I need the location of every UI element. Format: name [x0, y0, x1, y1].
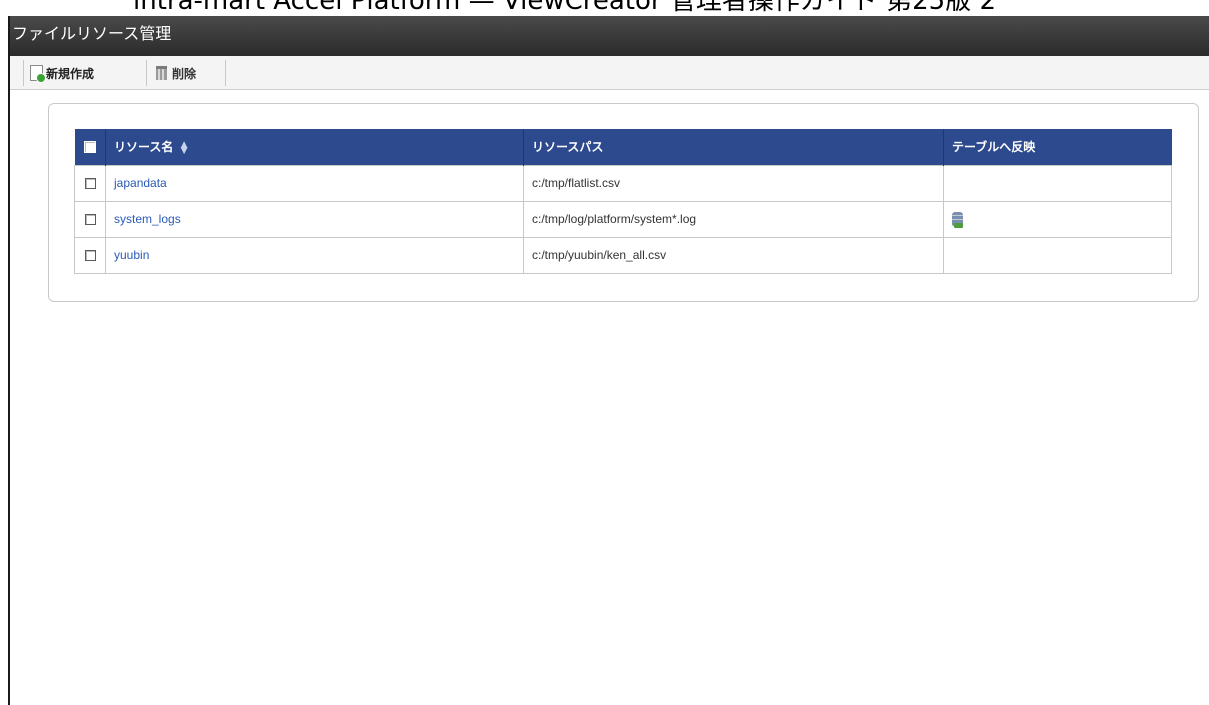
app-window: ファイルリソース管理 新規作成 削除 リソース名 ▲ ▼ リソースパス テーブル…: [8, 16, 1209, 705]
page-title: ファイルリソース管理: [10, 16, 1209, 56]
table-header-row: リソース名 ▲ ▼ リソースパス テーブルへ反映: [74, 129, 1172, 165]
resource-list-panel: リソース名 ▲ ▼ リソースパス テーブルへ反映 japandata c:/tmp…: [48, 103, 1199, 302]
table-row: japandata c:/tmp/flatlist.csv: [74, 164, 1172, 202]
resource-name-cell: system_logs: [105, 200, 524, 238]
toolbar-divider: [225, 60, 226, 86]
reflect-cell: [943, 200, 1172, 238]
resource-name-link[interactable]: japandata: [114, 176, 167, 190]
select-all-checkbox[interactable]: [83, 141, 96, 154]
toolbar-divider: [146, 60, 147, 86]
table-row: yuubin c:/tmp/yuubin/ken_all.csv: [74, 236, 1172, 274]
select-all-cell: [74, 129, 106, 165]
document-header-text: intra-mart Accel Platform — ViewCreator …: [133, 0, 997, 16]
column-resource-name[interactable]: リソース名 ▲ ▼: [105, 129, 524, 165]
column-resource-name-label: リソース名: [114, 140, 174, 155]
resource-name-cell: japandata: [105, 164, 524, 202]
row-select-cell: [74, 200, 106, 238]
resource-name-link[interactable]: yuubin: [114, 248, 149, 262]
new-button-label: 新規作成: [46, 66, 95, 81]
reflect-cell: [943, 236, 1172, 274]
database-icon[interactable]: [952, 212, 963, 229]
toolbar-edge: [10, 60, 24, 86]
row-select-cell: [74, 164, 106, 202]
delete-button-label: 削除: [172, 66, 197, 81]
sort-icon[interactable]: ▲ ▼: [181, 140, 188, 155]
resource-name-cell: yuubin: [105, 236, 524, 274]
column-reflect-table: テーブルへ反映: [943, 129, 1172, 165]
row-checkbox[interactable]: [84, 214, 96, 226]
new-file-icon: [30, 65, 46, 83]
new-button[interactable]: 新規作成: [30, 62, 94, 84]
column-reflect-table-label: テーブルへ反映: [952, 140, 1036, 155]
row-checkbox[interactable]: [84, 178, 96, 190]
document-header: intra-mart Accel Platform — ViewCreator …: [0, 0, 1209, 16]
reflect-cell: [943, 164, 1172, 202]
trash-icon: [156, 66, 167, 80]
resource-path-cell: c:/tmp/flatlist.csv: [523, 164, 944, 202]
row-select-cell: [74, 236, 106, 274]
resource-path-cell: c:/tmp/log/platform/system*.log: [523, 200, 944, 238]
table-row: system_logs c:/tmp/log/platform/system*.…: [74, 200, 1172, 238]
delete-button[interactable]: 削除: [156, 62, 196, 84]
column-resource-path-label: リソースパス: [532, 140, 604, 155]
column-resource-path: リソースパス: [523, 129, 944, 165]
row-checkbox[interactable]: [84, 250, 96, 262]
toolbar: 新規作成 削除: [10, 56, 1209, 90]
resource-path-cell: c:/tmp/yuubin/ken_all.csv: [523, 236, 944, 274]
resource-name-link[interactable]: system_logs: [114, 212, 181, 226]
resource-table: リソース名 ▲ ▼ リソースパス テーブルへ反映 japandata c:/tmp…: [74, 129, 1172, 274]
